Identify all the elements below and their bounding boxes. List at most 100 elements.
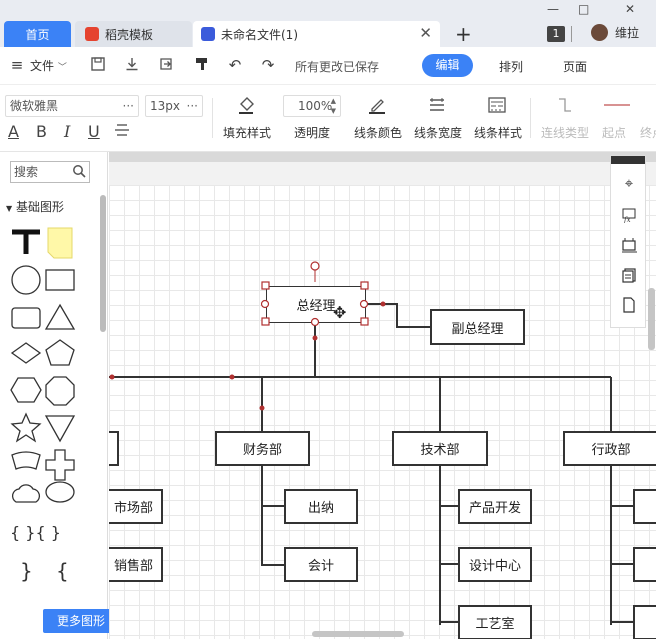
line-color-icon[interactable]: [365, 95, 389, 119]
menu-bar: ≡ 文件 ﹀ ↶ ↷ 所有更改已保存 编辑 排列 页面: [0, 47, 656, 85]
canvas-vertical-scrollbar[interactable]: [648, 288, 655, 350]
resize-handle: [261, 281, 270, 290]
canvas-area[interactable]: 总经理 ✥ 副总经理 财务部 技术部 行政部 市场部 销售部 出纳 会计 产品开…: [109, 152, 656, 639]
inverted-triangle-shape-icon[interactable]: [44, 415, 76, 443]
diamond-shape-icon[interactable]: [10, 342, 42, 364]
search-icon[interactable]: [72, 164, 86, 178]
mode-page-button[interactable]: 页面: [563, 58, 587, 75]
bold-button[interactable]: B: [36, 122, 47, 141]
tab-home-label: 首页: [25, 27, 50, 42]
org-node-tech[interactable]: 技术部: [392, 431, 488, 466]
org-node-partial[interactable]: [109, 431, 119, 466]
tab-home[interactable]: 首页: [4, 21, 71, 47]
org-node-finance[interactable]: 财务部: [215, 431, 310, 466]
resize-handle: [359, 299, 369, 309]
shape-gallery: { }{ } } {: [10, 227, 76, 583]
brace-left-shape-icon[interactable]: {: [56, 559, 69, 583]
pages-icon[interactable]: [620, 267, 638, 285]
org-node-admin-child[interactable]: [633, 547, 656, 582]
document-icon[interactable]: [620, 297, 638, 315]
org-node-cashier[interactable]: 出纳: [284, 489, 358, 524]
star-shape-icon[interactable]: [10, 412, 42, 443]
note-shape-icon[interactable]: [47, 227, 73, 259]
save-icon[interactable]: [89, 56, 107, 74]
minimize-icon[interactable]: —: [547, 2, 559, 16]
rectangle-shape-icon[interactable]: [45, 269, 75, 291]
category-basic-shapes[interactable]: ▼ 基础图形: [6, 198, 64, 215]
close-window-icon[interactable]: ✕: [625, 2, 635, 16]
format-painter-icon[interactable]: [193, 56, 211, 74]
pentagon-shape-icon[interactable]: [45, 339, 75, 366]
wave-shape-icon[interactable]: [11, 451, 41, 470]
more-shapes-button[interactable]: 更多图形: [43, 609, 119, 633]
brace-right-shape-icon[interactable]: }: [20, 559, 33, 583]
opacity-input[interactable]: 100% ▲ ▼: [283, 95, 341, 117]
circle-shape-icon[interactable]: [11, 265, 41, 295]
line-width-label[interactable]: 线条宽度: [414, 124, 462, 141]
line-width-icon[interactable]: [425, 95, 449, 119]
flowchart-file-icon: [201, 27, 215, 41]
opacity-label: 透明度: [294, 126, 331, 140]
resize-handle: [310, 317, 320, 327]
italic-button[interactable]: I: [64, 122, 70, 141]
org-node-admin-child[interactable]: [633, 489, 656, 524]
org-node-vice[interactable]: 副总经理: [430, 309, 525, 345]
user-name[interactable]: 维拉: [615, 24, 639, 41]
line-color-label[interactable]: 线条颜色: [354, 124, 402, 141]
file-menu[interactable]: 文件 ﹀: [30, 57, 67, 74]
triangle-shape-icon[interactable]: [44, 303, 76, 330]
svg-text:fx: fx: [623, 216, 631, 223]
download-icon[interactable]: [123, 56, 141, 74]
line-style-label[interactable]: 线条样式: [474, 124, 522, 141]
rounded-rect-shape-icon[interactable]: [11, 307, 41, 329]
shape-search-input[interactable]: 搜索: [10, 161, 90, 183]
connector-handle: [229, 374, 235, 380]
font-size-value: 13px: [150, 99, 180, 113]
close-tab-icon[interactable]: ✕: [419, 24, 432, 42]
selection-handles[interactable]: [259, 260, 374, 332]
org-node-accounting[interactable]: 会计: [284, 547, 358, 582]
strikethrough-icon[interactable]: [114, 122, 130, 142]
font-family-select[interactable]: 微软雅黑 ···: [5, 95, 139, 117]
new-tab-icon[interactable]: +: [455, 22, 472, 46]
line-style-icon[interactable]: [485, 95, 509, 119]
shape-panel-scrollbar[interactable]: [100, 195, 106, 332]
window-count-badge[interactable]: 1: [547, 26, 565, 42]
stepper-icon[interactable]: ▲ ▼: [331, 96, 336, 116]
text-shape-icon[interactable]: [12, 229, 40, 254]
org-node-admin[interactable]: 行政部: [563, 431, 656, 466]
octagon-shape-icon[interactable]: [45, 376, 75, 406]
maximize-icon[interactable]: □: [578, 2, 589, 16]
navigator-icon[interactable]: ⌖: [620, 174, 638, 192]
hexagon-shape-icon[interactable]: [10, 377, 42, 403]
caret-down-icon: ▼: [6, 204, 13, 213]
export-icon[interactable]: [157, 56, 175, 74]
callout-shape-icon[interactable]: [45, 481, 75, 503]
fill-bucket-icon[interactable]: [234, 95, 258, 119]
redo-icon[interactable]: ↷: [259, 56, 277, 74]
org-node-product-dev[interactable]: 产品开发: [458, 489, 532, 524]
org-node-marketing[interactable]: 市场部: [109, 489, 163, 524]
tab-document[interactable]: 未命名文件(1) ✕: [193, 21, 440, 47]
font-size-select[interactable]: 13px ···: [145, 95, 203, 117]
org-node-sales[interactable]: 销售部: [109, 547, 163, 582]
canvas-horizontal-scrollbar[interactable]: [312, 631, 404, 637]
cloud-shape-icon[interactable]: [11, 484, 41, 503]
mode-arrange-button[interactable]: 排列: [499, 58, 523, 75]
underline-button[interactable]: U: [88, 122, 100, 141]
formula-icon[interactable]: fx: [620, 207, 638, 225]
avatar[interactable]: [591, 24, 608, 41]
undo-icon[interactable]: ↶: [226, 56, 244, 74]
cross-shape-icon[interactable]: [45, 449, 75, 481]
tab-template[interactable]: 稻壳模板: [75, 21, 192, 47]
mode-edit-button[interactable]: 编辑: [422, 54, 473, 77]
font-color-button[interactable]: A: [8, 122, 19, 141]
org-node-admin-child[interactable]: [633, 605, 656, 639]
org-node-craft-room[interactable]: 工艺室: [458, 605, 532, 639]
org-node-design-center[interactable]: 设计中心: [458, 547, 532, 582]
connector-handle: [312, 335, 318, 341]
fill-style-label[interactable]: 填充样式: [223, 124, 271, 141]
braces-shape-icon[interactable]: { }{ }: [10, 523, 61, 542]
frame-icon[interactable]: [620, 237, 638, 255]
hamburger-menu-icon[interactable]: ≡: [8, 56, 26, 74]
